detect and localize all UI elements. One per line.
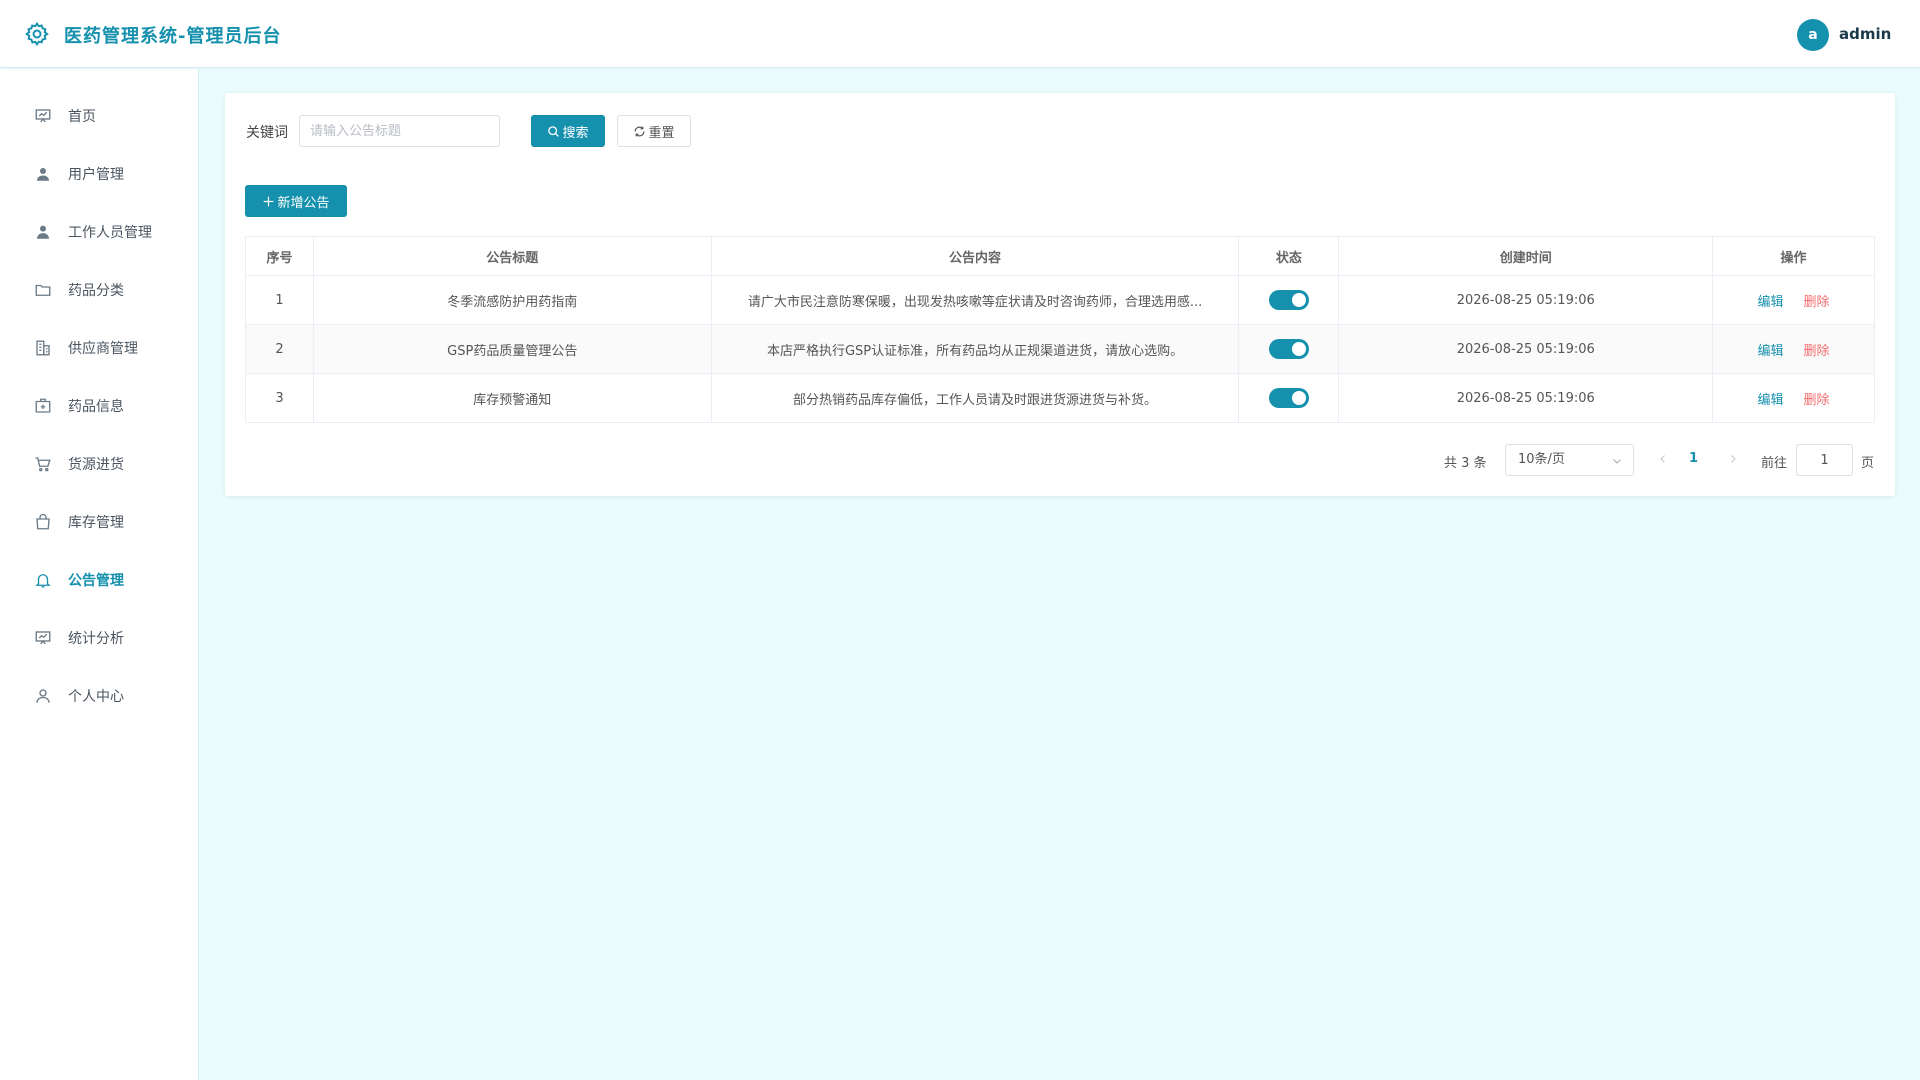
bell-icon bbox=[35, 574, 51, 588]
goto-label: 前往 bbox=[1761, 456, 1788, 471]
cell-content: 请广大市民注意防寒保暖，出现发热咳嗽等症状请及时咨询药师，合理选用感... bbox=[711, 275, 1240, 325]
cell-created: 2026-08-25 05:19:06 bbox=[1338, 275, 1714, 325]
table-header-row: 序号 公告标题 公告内容 状态 创建时间 操作 bbox=[245, 236, 1875, 276]
cell-actions: 编辑 删除 bbox=[1712, 373, 1875, 423]
delete-link[interactable]: 删除 bbox=[1804, 295, 1830, 310]
user-name[interactable]: admin bbox=[1839, 25, 1891, 43]
status-toggle[interactable] bbox=[1268, 388, 1309, 408]
cart-icon bbox=[35, 457, 51, 472]
top-header: 医药管理系统-管理员后台 a admin bbox=[0, 0, 1920, 68]
cell-created: 2026-08-25 05:19:06 bbox=[1338, 373, 1714, 423]
sidebar-item-label: 库存管理 bbox=[68, 515, 124, 531]
cell-actions: 编辑 删除 bbox=[1712, 324, 1875, 374]
sidebar-item-stats[interactable]: 统计分析 bbox=[0, 618, 198, 658]
sidebar-item-purchase[interactable]: 货源进货 bbox=[0, 444, 198, 484]
sidebar-item-label: 供应商管理 bbox=[68, 341, 138, 357]
sidebar-item-drug-info[interactable]: 药品信息 bbox=[0, 386, 198, 426]
building-icon bbox=[36, 340, 50, 356]
cell-no: 3 bbox=[245, 373, 314, 423]
table-row: 1 冬季流感防护用药指南 请广大市民注意防寒保暖，出现发热咳嗽等症状请及时咨询药… bbox=[245, 275, 1875, 325]
keyword-label: 关键词 bbox=[246, 125, 288, 141]
sidebar-item-label: 个人中心 bbox=[68, 689, 124, 705]
search-icon bbox=[548, 125, 560, 137]
sidebar-item-label: 统计分析 bbox=[68, 631, 124, 647]
search-button[interactable]: 搜索 bbox=[531, 115, 605, 147]
status-toggle[interactable] bbox=[1268, 339, 1309, 359]
add-notice-button-label: 新增公告 bbox=[277, 195, 330, 211]
edit-link[interactable]: 编辑 bbox=[1758, 344, 1784, 359]
dashboard-icon bbox=[35, 109, 51, 123]
notice-panel: 关键词 搜索 重置 新增公告 序号 公告标题 公告内容 状态 创建时间 操作 1… bbox=[225, 93, 1895, 496]
sidebar-item-label: 药品分类 bbox=[68, 283, 124, 299]
column-header-no: 序号 bbox=[245, 236, 314, 276]
reset-button[interactable]: 重置 bbox=[617, 115, 691, 147]
delete-link[interactable]: 删除 bbox=[1804, 393, 1830, 408]
staff-icon bbox=[37, 225, 49, 239]
page-suffix-label: 页 bbox=[1861, 456, 1875, 471]
refresh-icon bbox=[635, 126, 645, 136]
column-header-content: 公告内容 bbox=[711, 236, 1240, 276]
notice-table: 序号 公告标题 公告内容 状态 创建时间 操作 1 冬季流感防护用药指南 请广大… bbox=[245, 236, 1875, 423]
search-input[interactable] bbox=[299, 115, 500, 147]
edit-link[interactable]: 编辑 bbox=[1758, 295, 1784, 310]
cell-title: GSP药品质量管理公告 bbox=[313, 324, 712, 374]
sidebar-item-label: 货源进货 bbox=[68, 457, 124, 473]
sidebar-item-label: 公告管理 bbox=[68, 573, 124, 589]
table-row: 2 GSP药品质量管理公告 本店严格执行GSP认证标准，所有药品均从正规渠道进货… bbox=[245, 324, 1875, 374]
column-header-actions: 操作 bbox=[1712, 236, 1875, 276]
sidebar-item-home[interactable]: 首页 bbox=[0, 96, 198, 136]
sidebar-item-users[interactable]: 用户管理 bbox=[0, 154, 198, 194]
column-header-title: 公告标题 bbox=[313, 236, 712, 276]
chevron-left-icon[interactable] bbox=[1657, 453, 1669, 465]
cell-created: 2026-08-25 05:19:06 bbox=[1338, 324, 1714, 374]
sidebar-item-label: 药品信息 bbox=[68, 399, 124, 415]
chevron-down-icon bbox=[1613, 459, 1621, 464]
sidebar-item-label: 用户管理 bbox=[68, 167, 124, 183]
profile-icon bbox=[36, 689, 50, 703]
delete-link[interactable]: 删除 bbox=[1804, 344, 1830, 359]
plus-icon bbox=[264, 196, 274, 206]
cell-status bbox=[1238, 373, 1340, 423]
cell-no: 1 bbox=[245, 275, 314, 325]
add-notice-button[interactable]: 新增公告 bbox=[245, 185, 347, 217]
chevron-right-icon[interactable] bbox=[1727, 453, 1739, 465]
cell-title: 冬季流感防护用药指南 bbox=[313, 275, 712, 325]
sidebar-item-supplier[interactable]: 供应商管理 bbox=[0, 328, 198, 368]
folder-icon bbox=[35, 284, 51, 296]
status-toggle[interactable] bbox=[1268, 290, 1309, 310]
cell-content: 部分热销药品库存偏低，工作人员请及时跟进货源进货与补货。 bbox=[711, 373, 1240, 423]
cell-status bbox=[1238, 324, 1340, 374]
sidebar-item-label: 工作人员管理 bbox=[68, 225, 152, 241]
sidebar-item-inventory[interactable]: 库存管理 bbox=[0, 502, 198, 542]
medkit-icon bbox=[35, 398, 51, 413]
goto-page-input[interactable] bbox=[1796, 444, 1853, 476]
sidebar-item-profile[interactable]: 个人中心 bbox=[0, 676, 198, 716]
cell-title: 库存预警通知 bbox=[313, 373, 712, 423]
sidebar-item-category[interactable]: 药品分类 bbox=[0, 270, 198, 310]
page-size-value: 10条/页 bbox=[1518, 452, 1565, 467]
table-row: 3 库存预警通知 部分热销药品库存偏低，工作人员请及时跟进货源进货与补货。 20… bbox=[245, 373, 1875, 423]
pagination-page-current[interactable]: 1 bbox=[1689, 451, 1698, 466]
search-button-label: 搜索 bbox=[562, 125, 589, 141]
edit-link[interactable]: 编辑 bbox=[1758, 393, 1784, 408]
chart-icon bbox=[35, 631, 51, 645]
cell-status bbox=[1238, 275, 1340, 325]
pagination-total: 共 3 条 bbox=[1444, 456, 1487, 471]
cell-actions: 编辑 删除 bbox=[1712, 275, 1875, 325]
gear-icon bbox=[25, 22, 49, 47]
bag-icon bbox=[36, 513, 50, 530]
sidebar-item-notice[interactable]: 公告管理 bbox=[0, 560, 198, 600]
app-title: 医药管理系统-管理员后台 bbox=[64, 26, 282, 47]
reset-button-label: 重置 bbox=[648, 125, 675, 141]
column-header-created: 创建时间 bbox=[1338, 236, 1714, 276]
cell-content: 本店严格执行GSP认证标准，所有药品均从正规渠道进货，请放心选购。 bbox=[711, 324, 1240, 374]
avatar[interactable]: a bbox=[1797, 19, 1829, 51]
cell-no: 2 bbox=[245, 324, 314, 374]
sidebar-item-staff[interactable]: 工作人员管理 bbox=[0, 212, 198, 252]
column-header-status: 状态 bbox=[1238, 236, 1340, 276]
sidebar: 首页 用户管理 工作人员管理 药品分类 供应商管理 药品信息 货源进货 库存管理… bbox=[0, 69, 199, 1080]
user-icon bbox=[37, 168, 49, 181]
page-size-select[interactable]: 10条/页 bbox=[1505, 444, 1634, 476]
sidebar-item-label: 首页 bbox=[68, 109, 96, 125]
